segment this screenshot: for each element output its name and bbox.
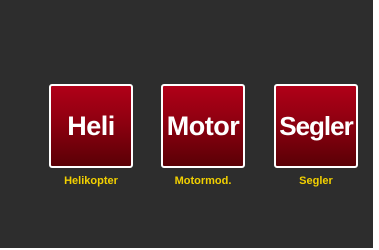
segler-button-label: Segler — [279, 110, 353, 141]
heli-caption: Helikopter — [64, 175, 118, 187]
model-option-motor[interactable]: Motor Motormod. — [161, 84, 245, 187]
motor-button-label: Motor — [166, 110, 240, 141]
segler-caption: Segler — [299, 175, 333, 187]
model-type-selection-screen: Heli Helikopter Motor Motormod. Segler S… — [0, 0, 373, 248]
heli-button-label: Heli — [67, 110, 115, 141]
model-option-heli[interactable]: Heli Helikopter — [49, 84, 133, 187]
motor-button[interactable]: Motor — [161, 84, 245, 168]
heli-button[interactable]: Heli — [49, 84, 133, 168]
model-option-segler[interactable]: Segler Segler — [274, 84, 358, 187]
motor-caption: Motormod. — [174, 175, 232, 187]
segler-button[interactable]: Segler — [274, 84, 358, 168]
